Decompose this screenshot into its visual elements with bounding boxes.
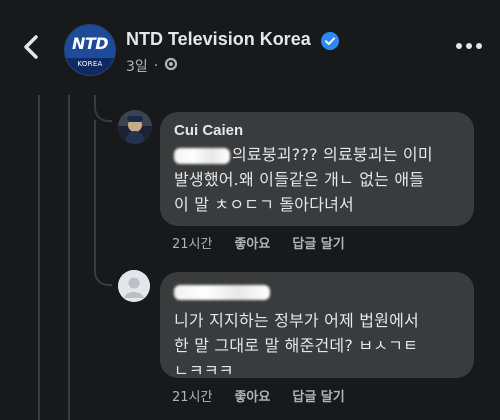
comment-text-line: 발생했어.왜 이들같은 개ㄴ 없는 애들 xyxy=(174,170,425,189)
post-timestamp[interactable]: 3일 xyxy=(126,56,148,76)
like-button[interactable]: 좋아요 xyxy=(234,386,270,405)
redacted-mention xyxy=(174,147,230,164)
verified-badge-icon xyxy=(321,32,339,50)
post-header: NTD KOREA NTD Television Korea 3일 · xyxy=(0,0,500,92)
comment-text-line: 한 말 그대로 말 해준건데? ㅂㅅㄱㅌ xyxy=(174,336,419,355)
comment-bubble: Cui Caien 의료붕괴??? 의료붕괴는 이미 발생했어.왜 이들같은 개… xyxy=(160,112,474,226)
commenter-avatar[interactable] xyxy=(118,110,152,144)
comment-time[interactable]: 21시간 xyxy=(172,233,212,252)
like-button[interactable]: 좋아요 xyxy=(234,233,270,252)
more-options-icon[interactable] xyxy=(456,40,482,52)
logo-text: NTD xyxy=(71,34,109,53)
page-avatar[interactable]: NTD KOREA xyxy=(64,24,116,76)
public-globe-icon xyxy=(164,57,178,75)
thread-line xyxy=(68,95,70,420)
comment-text-line: 니가 지지하는 정부가 어제 법원에서 xyxy=(174,311,419,330)
logo-subtext: KOREA xyxy=(65,58,115,75)
comment-actions: 21시간 좋아요 답글 달기 xyxy=(172,386,345,405)
comment-author[interactable]: Cui Caien xyxy=(174,122,460,139)
meta-separator: · xyxy=(153,58,159,74)
reply-button[interactable]: 답글 달기 xyxy=(292,386,344,405)
comment-actions: 21시간 좋아요 답글 달기 xyxy=(172,233,345,252)
reply-connector xyxy=(94,100,112,122)
comment-text: 의료붕괴??? 의료붕괴는 이미 발생했어.왜 이들같은 개ㄴ 없는 애들 이 … xyxy=(174,142,460,217)
reply-connector xyxy=(94,262,112,286)
comment-bubble: 니가 지지하는 정부가 어제 법원에서 한 말 그대로 말 해준건데? ㅂㅅㄱㅌ… xyxy=(160,272,474,380)
reply-button[interactable]: 답글 달기 xyxy=(292,233,344,252)
comment-text-line: 의료붕괴??? 의료붕괴는 이미 xyxy=(232,145,433,164)
thread-line xyxy=(38,95,40,420)
comment-text: 니가 지지하는 정부가 어제 법원에서 한 말 그대로 말 해준건데? ㅂㅅㄱㅌ… xyxy=(174,308,460,383)
comment-time[interactable]: 21시간 xyxy=(172,386,212,405)
comment-text-line: ㄴㅋㅋㅋ xyxy=(174,361,234,380)
post-meta: 3일 · xyxy=(126,56,178,76)
page-name[interactable]: NTD Television Korea xyxy=(126,29,311,50)
comment-text-line: 이 말 ㅊㅇㄷㄱ 돌아다녀서 xyxy=(174,195,354,214)
back-arrow-icon[interactable] xyxy=(18,32,46,62)
thread-line xyxy=(94,120,96,270)
redacted-author-name xyxy=(174,285,270,300)
default-avatar-icon[interactable] xyxy=(118,270,150,302)
